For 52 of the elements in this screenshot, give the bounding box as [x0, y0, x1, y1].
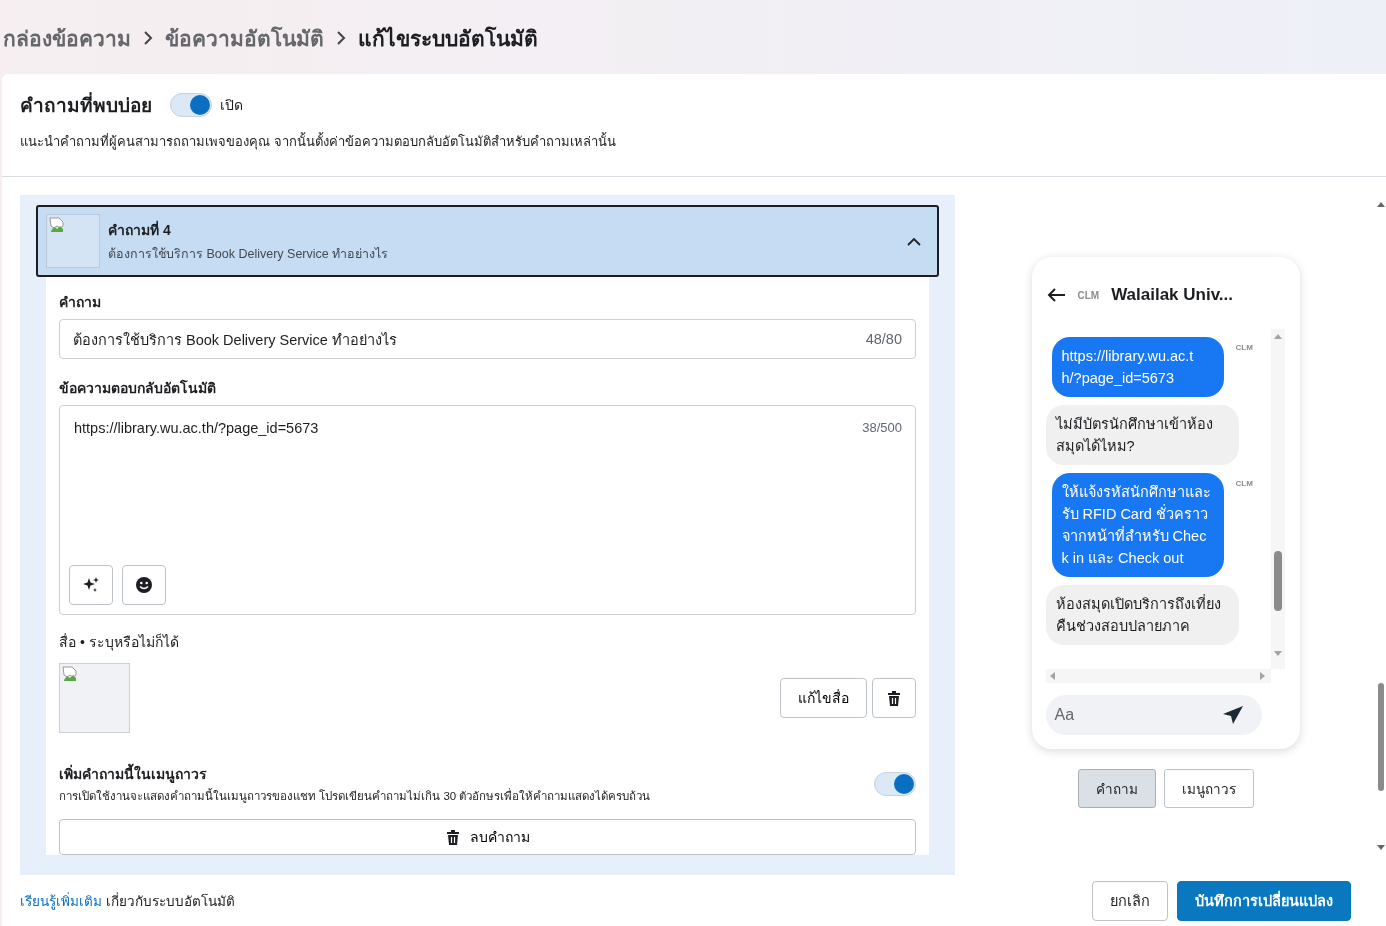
broken-image-icon: [49, 217, 65, 233]
breadcrumb-item[interactable]: กล่องข้อความ: [3, 21, 131, 55]
delete-button[interactable]: [872, 678, 916, 718]
tab[interactable]: คำถาม: [1077, 769, 1156, 808]
tab[interactable]: เมนูถาวร: [1163, 769, 1254, 808]
field-label: ข้อความตอบกลับอัตโนมัติ: [59, 378, 217, 398]
character-count: 48/80: [865, 331, 902, 347]
chevron-right-icon: [336, 30, 346, 46]
toggle-label: เปิด: [220, 96, 243, 115]
setting-description: การเปิดใช้งานจะแสดงคำถามนี้ในเมนูถาวรของแชท โปรดเขียนคำถามไม่เกิน 30 ตัวอักษรเพื่อให้คำถามแสดงได้ครบถ้วน: [59, 787, 651, 805]
avatar-logo: CLM: [1235, 479, 1253, 488]
logo: CLM: [1077, 289, 1100, 301]
edit-media-button[interactable]: แก้ไขสื่อ: [780, 678, 867, 718]
text-area[interactable]: https://library.wu.ac.th/?page_id=5673 38/500: [59, 405, 916, 615]
sparkle-icon: [82, 576, 100, 594]
message-field[interactable]: Aa: [1045, 695, 1262, 735]
help-text: เรียนรู้เพิ่มเติม เกี่ยวกับระบบอัตโนมัติ: [20, 891, 235, 912]
broken-image-icon: [62, 666, 78, 682]
emoji-button[interactable]: [122, 565, 166, 605]
send-icon: [1221, 705, 1244, 725]
breadcrumb-item: แก้ไขระบบอัตโนมัติ: [358, 25, 538, 52]
character-count: 38/500: [862, 420, 902, 436]
toggle-switch[interactable]: [170, 93, 212, 117]
learn-more-link[interactable]: เรียนรู้เพิ่มเติม: [20, 893, 102, 909]
trash-icon: [445, 829, 460, 845]
delete-question-button[interactable]: ลบคำถาม: [59, 819, 916, 855]
field-label: สื่อ • ระบุหรือไม่ก็ได้: [59, 632, 180, 653]
toggle-switch[interactable]: [874, 772, 916, 796]
cancel-button[interactable]: ยกเลิก: [1092, 880, 1168, 921]
save-button[interactable]: บันทึกการเปลี่ยนแปลง: [1177, 880, 1351, 921]
chat-title: Walailak Univ...: [1111, 285, 1234, 305]
field-label: คำถาม: [59, 293, 102, 312]
question-header[interactable]: คำถามที่ 4 ต้องการใช้บริการ Book Delivery Service ทำอย่างไร: [36, 205, 939, 277]
question-title: คำถามที่ 4: [108, 219, 172, 240]
chevron-up-icon: [907, 236, 921, 246]
reply-bubble: https://library.wu.ac.th/?page_id=5673: [1051, 337, 1224, 397]
back-arrow-icon[interactable]: [1045, 287, 1066, 303]
breadcrumb-item[interactable]: ข้อความอัตโนมัติ: [165, 21, 324, 55]
question-bubble[interactable]: ห้องสมุดเปิดบริการถึงเที่ยงคืนช่วงสอบปลายภาค: [1045, 585, 1239, 645]
avatar-logo: CLM: [1235, 343, 1253, 352]
question-subtitle: ต้องการใช้บริการ Book Delivery Service ทำอย่างไร: [108, 245, 390, 263]
chevron-right-icon: [143, 30, 153, 46]
sparkle-button[interactable]: [69, 565, 113, 605]
smiley-icon: [135, 576, 153, 594]
section-description: แนะนำคำถามที่ผู้คนสามารถถามเพจของคุณ จากนั้นตั้งค่าข้อความตอบกลับอัตโนมัติสำหรับคำถามเหล่านั้น: [20, 131, 617, 152]
input-field[interactable]: ต้องการใช้บริการ Book Delivery Service ทำอย่างไร 48/80: [59, 319, 916, 359]
reply-text: https://library.wu.ac.th/?page_id=5673: [74, 420, 319, 436]
question-bubble[interactable]: ไม่มีบัตรนักศึกษาเข้าห้องสมุดได้ไหม?: [1045, 405, 1239, 465]
section-title: คำถามที่พบบ่อย: [20, 90, 152, 120]
reply-bubble: ให้แจ้งรหัสนักศึกษาและรับ RFID Card ชั่วคราวจากหน้าที่สำหรับ Check in และ Check out: [1051, 473, 1224, 577]
trash-icon: [887, 690, 901, 706]
setting-title: เพิ่มคำถามนี้ในเมนูถาวร: [59, 763, 651, 785]
